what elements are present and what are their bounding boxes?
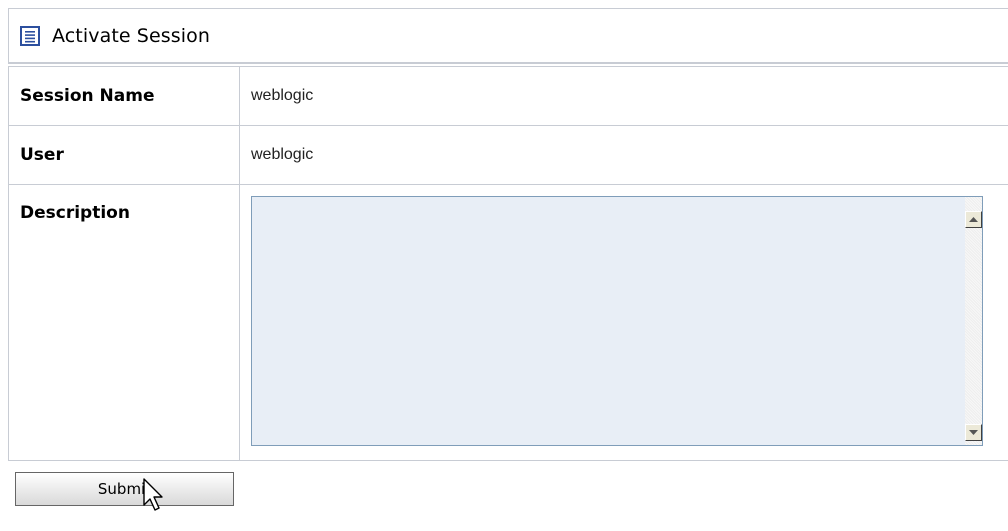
description-label: Description xyxy=(8,184,240,461)
description-cell xyxy=(239,184,1008,461)
panel-header: Activate Session xyxy=(8,8,1008,64)
session-name-value: weblogic xyxy=(239,66,1008,126)
arrow-up-icon xyxy=(969,216,978,222)
user-row: User weblogic xyxy=(8,125,1008,185)
description-scrollbar[interactable] xyxy=(965,197,982,445)
panel-title: Activate Session xyxy=(52,24,210,47)
session-name-row: Session Name weblogic xyxy=(8,66,1008,126)
list-icon xyxy=(20,25,40,46)
activate-session-panel: Activate Session xyxy=(8,8,1008,64)
user-value: weblogic xyxy=(239,125,1008,185)
session-form-table: Session Name weblogic User weblogic Desc… xyxy=(8,66,1008,461)
arrow-down-icon xyxy=(969,429,978,435)
description-row: Description xyxy=(8,184,1008,461)
description-textarea[interactable] xyxy=(251,196,983,446)
session-name-label: Session Name xyxy=(8,66,240,126)
scroll-up-button[interactable] xyxy=(965,211,982,228)
mouse-pointer-icon xyxy=(143,478,163,511)
user-label: User xyxy=(8,125,240,185)
scroll-down-button[interactable] xyxy=(965,424,982,441)
submit-button[interactable]: Submit xyxy=(15,472,234,506)
